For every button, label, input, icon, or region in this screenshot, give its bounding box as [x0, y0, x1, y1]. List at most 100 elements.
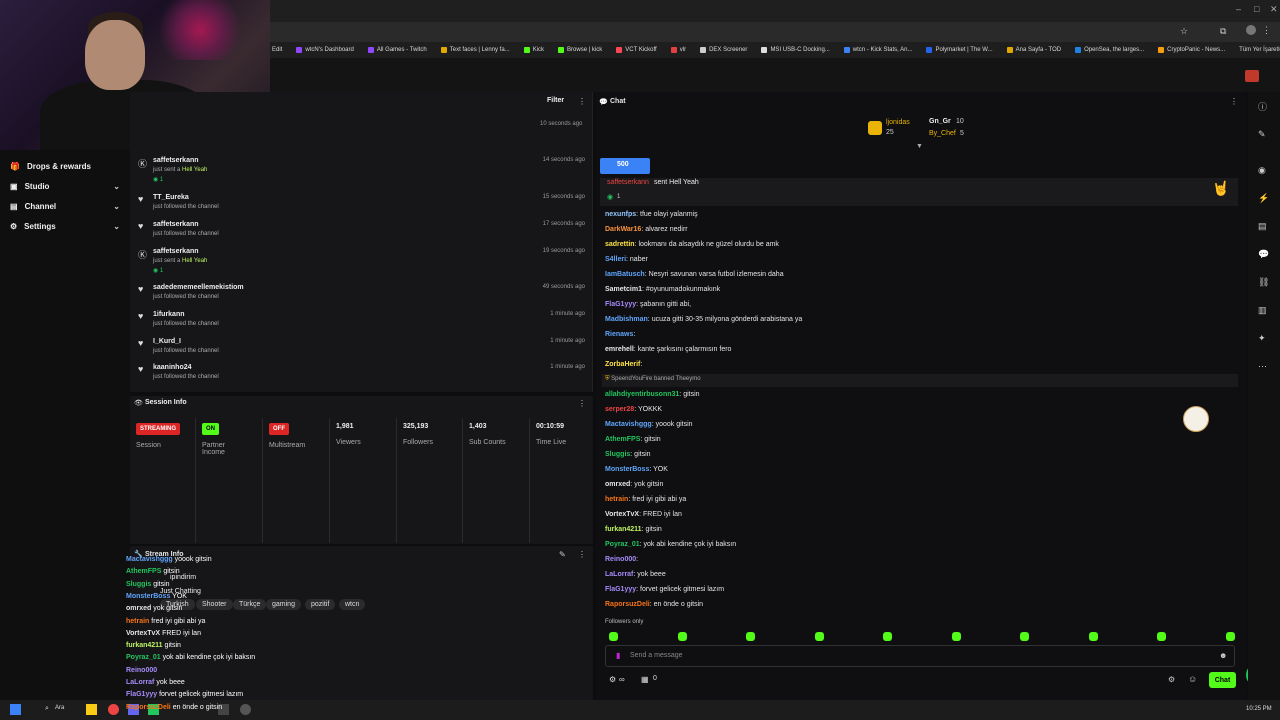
emote-picker-icon[interactable]: ▮: [616, 651, 620, 660]
emote-icon[interactable]: [1225, 632, 1235, 641]
bookmark-item[interactable]: OpenSea, the larges...: [1075, 47, 1144, 53]
link-icon[interactable]: ⛓: [1258, 277, 1269, 288]
bookmark-item[interactable]: MSI USB-C Docking...: [761, 47, 830, 53]
session-menu-icon[interactable]: ⋮: [578, 399, 586, 408]
emote-icon[interactable]: [609, 632, 618, 641]
activity-username[interactable]: kaaninho24: [153, 364, 192, 371]
chat-username[interactable]: emrehell: [605, 346, 634, 353]
bookmark-item[interactable]: Text faces | Lenny fa...: [440, 47, 510, 53]
stream-info-menu-icon[interactable]: ⋮: [578, 550, 586, 559]
search-icon[interactable]: ⌕: [45, 705, 49, 713]
chat-username[interactable]: DarkWar16: [605, 226, 641, 233]
chat-username[interactable]: Sametcim1: [605, 286, 642, 293]
emote-icon[interactable]: [1088, 632, 1098, 641]
chat-username[interactable]: FlaG1yyy: [605, 586, 636, 593]
app-logo-icon[interactable]: [1245, 70, 1259, 82]
profile-avatar[interactable]: [1246, 25, 1256, 35]
chat-username[interactable]: allahdiyentirbusonn31: [605, 391, 679, 398]
chat-username[interactable]: Madbishman: [605, 316, 648, 323]
app-icon-4[interactable]: [240, 704, 251, 715]
chat-menu-icon[interactable]: ⋮: [1230, 97, 1238, 106]
edit-icon[interactable]: ✎: [559, 550, 566, 559]
extensions-icon[interactable]: ⧉: [1220, 26, 1226, 37]
bookmark-item[interactable]: Ana Sayfa - TOD: [1006, 47, 1061, 53]
chevron-down-icon[interactable]: ⌄: [113, 202, 120, 211]
chat-settings-icon[interactable]: ⚙: [1168, 675, 1175, 684]
send-chat-button[interactable]: Chat: [1209, 672, 1236, 688]
emote-icon[interactable]: [1020, 632, 1029, 641]
chat-username[interactable]: RaporsuzDeli: [605, 601, 650, 608]
activity-username[interactable]: saffetserkann: [153, 248, 199, 255]
bookmark-item[interactable]: wtcN's Dashboard: [296, 47, 354, 53]
chat-username[interactable]: LaLorraf: [605, 571, 633, 578]
tools-icon[interactable]: ✦: [1258, 333, 1266, 344]
chat-users-icon[interactable]: ☺: [1188, 674, 1197, 684]
bookmark-item[interactable]: Browse | kick: [558, 47, 602, 53]
document-icon[interactable]: ▤: [1258, 221, 1267, 232]
chat-username[interactable]: nexunfps: [605, 211, 636, 218]
share-icon[interactable]: ⋯: [1258, 361, 1267, 372]
bookmark-item[interactable]: CryptoPanic - News...: [1158, 47, 1225, 53]
activity-username[interactable]: TT_Eureka: [153, 194, 189, 201]
bookmark-item[interactable]: VCT Kickoff: [616, 47, 657, 53]
maximize-icon[interactable]: □: [1254, 4, 1259, 14]
bookmark-item[interactable]: Kick: [523, 47, 544, 53]
chrome-icon[interactable]: [108, 704, 119, 715]
all-bookmarks[interactable]: Tüm Yer İşaretleri: [1239, 47, 1280, 53]
star-icon[interactable]: ☆: [1180, 26, 1188, 37]
points-icon[interactable]: ⚙: [609, 675, 616, 684]
chat-username[interactable]: omrxed: [605, 481, 630, 488]
activity-username[interactable]: sadedememeellemekistiom: [153, 284, 244, 291]
bookmark-item[interactable]: Polymarket | The W...: [926, 47, 993, 53]
minimize-icon[interactable]: –: [1236, 4, 1241, 14]
activity-username[interactable]: 1ifurkann: [153, 311, 185, 318]
bookmark-item[interactable]: wtcn - Kick Stats, An...: [843, 47, 912, 53]
browser-address-bar[interactable]: ☆ ⧉ ⋮: [270, 22, 1280, 42]
chat-username[interactable]: AthemFPS: [605, 436, 640, 443]
chat-username[interactable]: S4lleri: [605, 256, 626, 263]
bookmark-item[interactable]: DEX Screener: [700, 47, 747, 53]
calendar-icon[interactable]: ▦: [641, 675, 649, 684]
emote-icon[interactable]: [677, 632, 687, 641]
emote-icon[interactable]: [883, 632, 892, 641]
chat-username[interactable]: IamBatusch: [605, 271, 645, 278]
windows-start-icon[interactable]: [10, 704, 21, 715]
activity-menu-icon[interactable]: ⋮: [578, 97, 586, 106]
emote-icon[interactable]: [951, 632, 961, 641]
chat-message-input[interactable]: ▮ Send a message ☻: [605, 645, 1235, 667]
browser-menu-icon[interactable]: ⋮: [1262, 25, 1271, 36]
chat-username[interactable]: Reino000: [605, 556, 636, 563]
pencil-icon[interactable]: ✎: [1258, 129, 1266, 140]
sidebar-item-drops-rewards[interactable]: 🎁 Drops & rewards: [10, 162, 120, 171]
info-icon[interactable]: ⓘ: [1258, 100, 1267, 113]
chat-username[interactable]: VortexTvX: [605, 511, 639, 518]
sidebar-item-settings[interactable]: ⚙ Settings ⌄: [10, 222, 120, 231]
activity-username[interactable]: saffetserkann: [153, 157, 199, 164]
taskbar-search-label[interactable]: Ara: [55, 705, 64, 711]
chat-username[interactable]: furkan4211: [605, 526, 642, 533]
expand-gifters-icon[interactable]: ▼: [916, 143, 923, 150]
chevron-down-icon[interactable]: ⌄: [113, 222, 120, 231]
crown-badge-icon[interactable]: [1183, 406, 1209, 432]
chat-username[interactable]: Sluggis: [605, 451, 630, 458]
emote-icon[interactable]: [746, 632, 755, 641]
chat-username[interactable]: MonsterBoss: [605, 466, 649, 473]
bookmark-item[interactable]: vlr: [670, 47, 686, 53]
chat-username[interactable]: hetrain: [605, 496, 628, 503]
filter-button[interactable]: Filter: [547, 97, 564, 104]
emote-icon[interactable]: [814, 632, 824, 641]
sidebar-item-channel[interactable]: ▤ Channel ⌄: [10, 202, 120, 211]
store-icon[interactable]: ▥: [1258, 305, 1267, 316]
chat-username[interactable]: sadrettin: [605, 241, 635, 248]
camera-icon[interactable]: ◉: [1258, 165, 1266, 176]
emote-icon[interactable]: [1157, 632, 1166, 641]
chat-username[interactable]: Rienaws: [605, 331, 633, 338]
close-window-icon[interactable]: ✕: [1270, 4, 1278, 15]
bookmark-partial[interactable]: Edit: [272, 47, 282, 53]
lightning-icon[interactable]: ⚡: [1258, 193, 1269, 204]
emoji-icon[interactable]: ☻: [1219, 651, 1227, 660]
sidebar-item-studio[interactable]: ▣ Studio ⌄: [10, 182, 120, 191]
chat-username[interactable]: Poyraz_01: [605, 541, 640, 548]
chat-username[interactable]: FlaG1yyy: [605, 301, 636, 308]
chat-username[interactable]: ZorbaHerif: [605, 361, 640, 368]
